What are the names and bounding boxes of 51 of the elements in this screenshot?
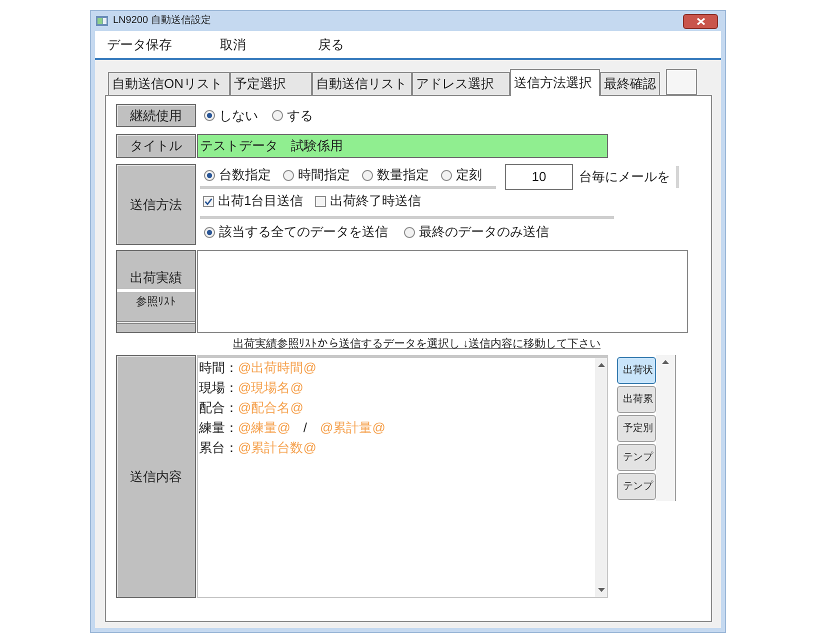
field-sublabel: 参照ﾘｽﾄ <box>136 295 176 310</box>
radio-option[interactable]: 数量指定 <box>362 167 429 183</box>
radio-option[interactable]: 時間指定 <box>283 167 350 183</box>
radio-option[interactable]: しない <box>204 108 258 124</box>
field-label: 出荷実績 <box>130 269 182 287</box>
message-line: 配合：@配合名@ <box>199 399 304 417</box>
radio-option[interactable]: 台数指定 <box>204 167 271 183</box>
menu-item[interactable]: 戻る <box>318 34 344 54</box>
template-button[interactable]: テンプ <box>617 473 656 500</box>
tab[interactable]: 自動送信リスト <box>312 72 412 95</box>
window-title: LN9200 自動送信設定 <box>113 15 211 27</box>
app-icon <box>96 15 108 27</box>
message-line: 累台：@累計台数@ <box>199 439 318 457</box>
checkbox-option[interactable]: 出荷終了時送信 <box>315 193 422 209</box>
scroll-up-icon <box>662 360 669 364</box>
blank-tab[interactable] <box>666 69 697 95</box>
vertical-scrollbar[interactable] <box>595 358 607 597</box>
template-button[interactable]: 出荷状 <box>617 357 656 384</box>
scroll-down-icon <box>598 588 604 592</box>
reference-list[interactable] <box>197 250 688 333</box>
close-icon <box>696 18 704 24</box>
scroll-up-icon <box>598 363 604 367</box>
radio-option[interactable]: 該当する全てのデータを送信 <box>204 224 388 240</box>
field-label: 継続使用 <box>116 104 196 127</box>
field-label: 送信内容 <box>116 355 196 598</box>
menu-item[interactable]: 取消 <box>220 34 318 54</box>
template-button[interactable]: 予定別 <box>617 415 656 442</box>
number-field[interactable]: 10 <box>505 164 573 190</box>
checkbox-option[interactable]: 出荷1台目送信 <box>203 193 304 209</box>
tab[interactable]: 自動送信ONリスト <box>108 72 230 95</box>
tab[interactable]: 送信方法選択 <box>510 69 600 96</box>
template-button[interactable]: 出荷累 <box>617 386 656 413</box>
title-field[interactable]: テストデータ 試験係用 <box>197 134 608 158</box>
message-line: 現場：@現場名@ <box>199 379 304 397</box>
hint-text: 出荷実績参照ﾘｽﾄから送信するデータを選択し ↓送信内容に移動して下さい <box>233 337 601 351</box>
radio-option[interactable]: する <box>272 108 313 124</box>
menu-item[interactable]: データ保存 <box>107 34 220 54</box>
template-button[interactable]: テンプ <box>617 444 656 471</box>
message-textarea[interactable]: 時間：@出荷時間@ 現場：@現場名@ 配合：@配合名@ 練量：@練量@ / @累計量@ 累台：@累計台数@ <box>197 355 608 598</box>
interval-suffix-text: 台毎にメールを <box>579 168 670 186</box>
vertical-scrollbar[interactable] <box>656 355 676 501</box>
radio-option[interactable]: 最終のデータのみ送信 <box>404 224 549 240</box>
radio-option[interactable]: 定刻 <box>441 167 482 183</box>
tab[interactable]: 最終確認 <box>600 72 660 95</box>
tab[interactable]: アドレス選択 <box>412 72 510 95</box>
close-button[interactable] <box>683 14 718 28</box>
field-label: タイトル <box>116 134 196 158</box>
message-line: 練量：@練量@ / @累計量@ <box>199 419 386 437</box>
tab[interactable]: 予定選択 <box>230 72 312 95</box>
field-label: 送信方法 <box>116 164 196 245</box>
message-line: 時間：@出荷時間@ <box>199 359 318 377</box>
